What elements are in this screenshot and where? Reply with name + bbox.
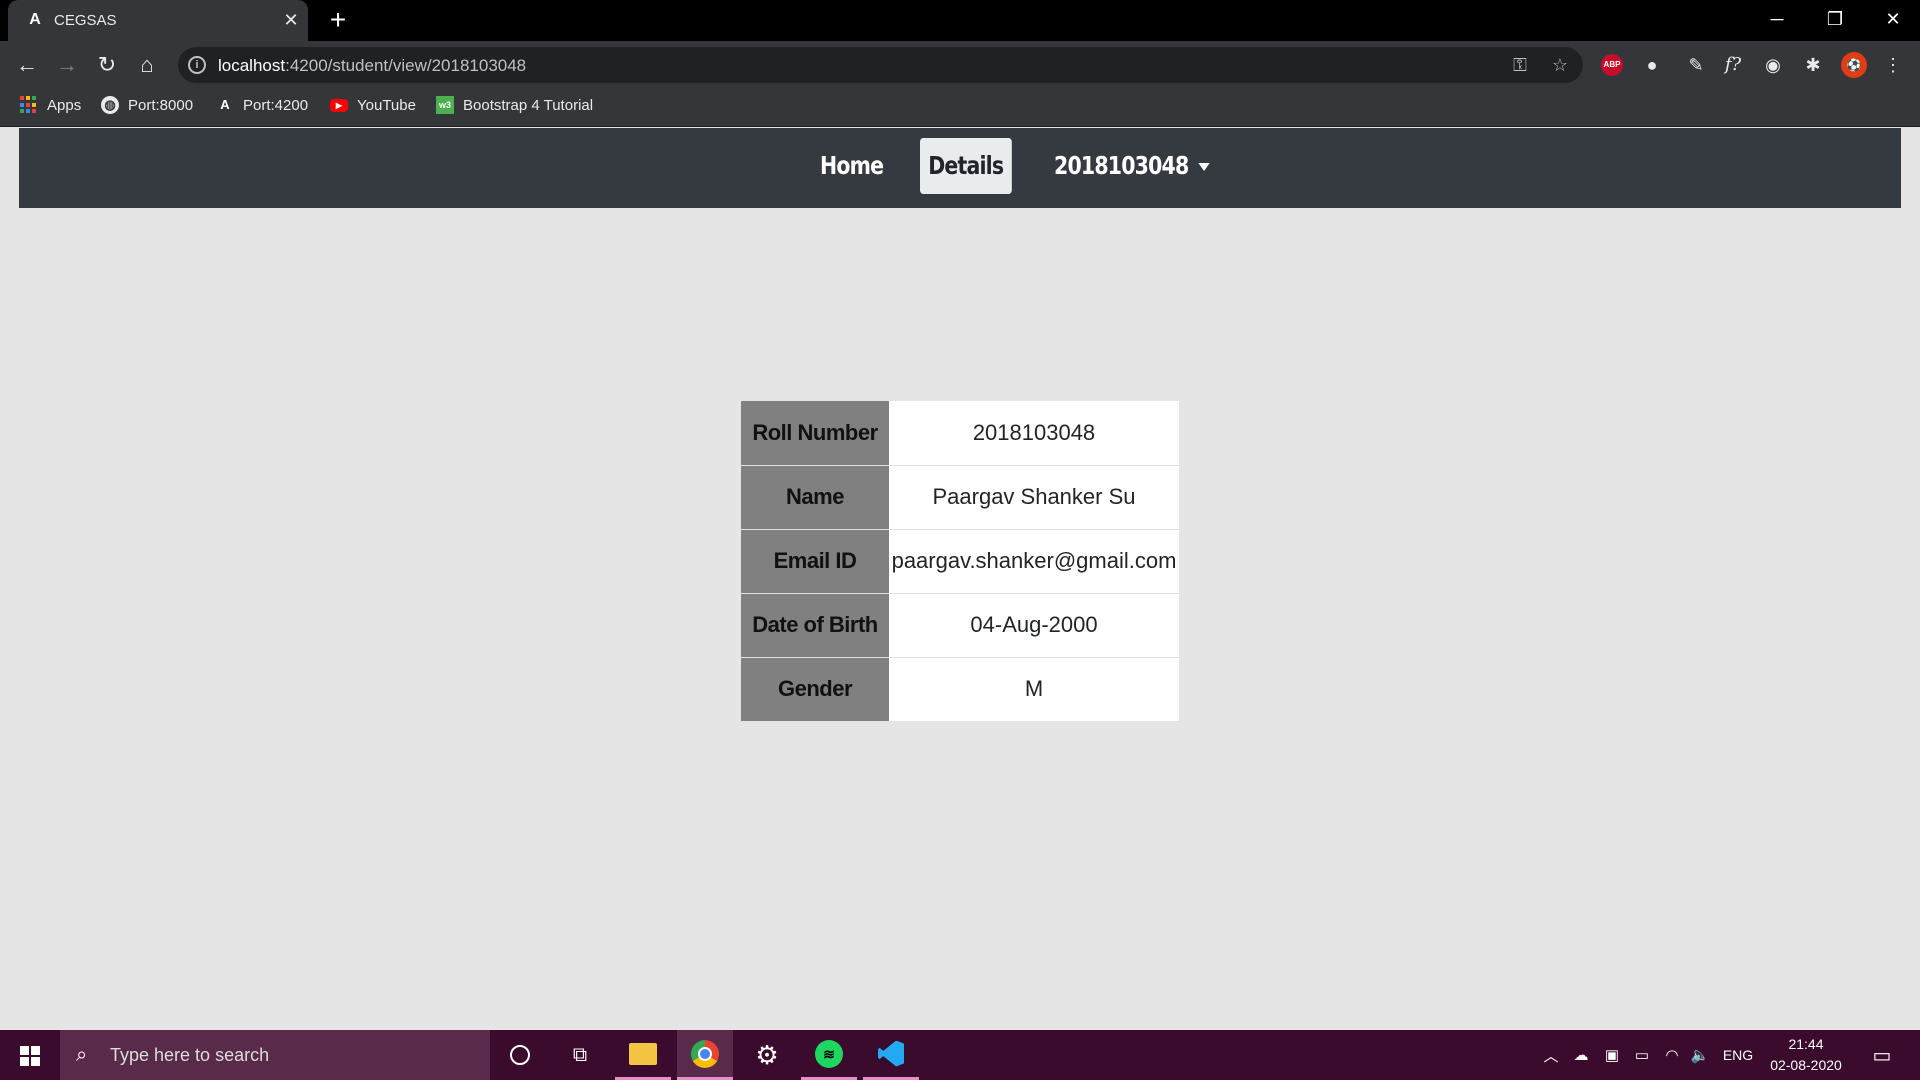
- bookmark-label: YouTube: [357, 96, 416, 114]
- name-label: Name: [741, 465, 889, 530]
- adblock-plus-icon[interactable]: ABP: [1601, 54, 1623, 76]
- dob-value: 04-Aug-2000: [889, 593, 1179, 658]
- restore-icon[interactable]: ❐: [1806, 0, 1864, 41]
- nav-details-link[interactable]: Details: [920, 138, 1012, 194]
- minimize-icon[interactable]: ─: [1748, 0, 1806, 41]
- system-clock[interactable]: 21:44 02-08-2020: [1763, 1034, 1849, 1076]
- w3schools-icon: w3: [436, 96, 454, 114]
- menu-kebab-icon[interactable]: ⋮: [1878, 50, 1908, 80]
- close-window-icon[interactable]: ✕: [1864, 0, 1920, 41]
- gender-value: M: [889, 657, 1179, 721]
- puzzle-icon[interactable]: ✱: [1798, 50, 1828, 80]
- taskbar-search-box[interactable]: ⌕ Type here to search: [60, 1030, 490, 1080]
- browser-toolbar: ← → ↻ ⌂ i localhost:4200/student/view/20…: [0, 41, 1920, 89]
- bookmarks-bar: Apps ◍ Port:8000 A Port:4200 ▶ YouTube w…: [0, 89, 1920, 127]
- url-text[interactable]: localhost:4200/student/view/2018103048: [218, 56, 526, 76]
- settings-gear-icon[interactable]: ⚙: [739, 1030, 795, 1080]
- app-navbar: Home Details 2018103048: [19, 128, 1901, 208]
- wifi-icon[interactable]: ◠: [1660, 1030, 1684, 1080]
- close-tab-icon[interactable]: ✕: [280, 9, 302, 31]
- clock-time: 21:44: [1788, 1036, 1824, 1052]
- circle-extension-icon[interactable]: ◉: [1758, 50, 1788, 80]
- nav-user-dropdown[interactable]: 2018103048: [1054, 138, 1210, 194]
- volume-icon[interactable]: 🔈: [1688, 1030, 1712, 1080]
- angular-favicon-icon: A: [29, 11, 41, 28]
- bookmark-label: Apps: [47, 96, 82, 114]
- key-icon[interactable]: ⚿: [1508, 53, 1532, 77]
- table-row: Gender M: [741, 657, 1179, 721]
- windows-taskbar: ⌕ Type here to search ⧉ ⚙ ≋ ︿ ☁ ▣ ▭ ◠ 🔈 …: [0, 1030, 1920, 1080]
- new-tab-icon[interactable]: +: [323, 6, 353, 36]
- bookmark-apps[interactable]: Apps: [20, 89, 81, 121]
- nav-home-link[interactable]: Home: [820, 138, 884, 194]
- home-icon[interactable]: ⌂: [132, 50, 162, 80]
- bookmark-label: Port:4200: [243, 96, 309, 114]
- table-row: Name Paargav Shanker Su: [741, 465, 1179, 530]
- forward-icon[interactable]: →: [52, 50, 82, 80]
- angular-icon: A: [220, 97, 230, 112]
- bookmark-label: Bootstrap 4 Tutorial: [463, 96, 594, 114]
- table-row: Email ID paargav.shanker@gmail.com: [741, 529, 1179, 594]
- network-drive-icon[interactable]: ▣: [1600, 1030, 1624, 1080]
- bookmark-youtube[interactable]: ▶ YouTube: [330, 89, 416, 121]
- language-indicator[interactable]: ENG: [1718, 1030, 1758, 1080]
- browser-tab[interactable]: A CEGSAS ✕: [8, 0, 308, 41]
- search-icon: ⌕: [76, 1044, 88, 1066]
- bookmark-port-4200[interactable]: A Port:4200: [216, 89, 308, 121]
- pen-extension-icon[interactable]: ✎: [1681, 50, 1711, 80]
- profile-avatar[interactable]: ⚽: [1841, 52, 1867, 78]
- roll-number-value: 2018103048: [889, 401, 1179, 466]
- cortana-icon[interactable]: [492, 1030, 548, 1080]
- battery-icon[interactable]: ▭: [1630, 1030, 1654, 1080]
- youtube-icon: ▶: [330, 98, 348, 112]
- email-value: paargav.shanker@gmail.com: [889, 529, 1179, 594]
- user-roll-number: 2018103048: [1054, 151, 1189, 180]
- back-icon[interactable]: ←: [12, 50, 42, 80]
- email-label: Email ID: [741, 529, 889, 594]
- site-info-icon[interactable]: i: [188, 56, 206, 74]
- gender-label: Gender: [741, 657, 889, 721]
- formula-extension-icon[interactable]: f?: [1718, 50, 1748, 80]
- chevron-up-icon[interactable]: ︿: [1540, 1030, 1562, 1080]
- vscode-icon[interactable]: [863, 1030, 919, 1080]
- apps-grid-icon: [20, 96, 38, 114]
- browser-tab-strip: A CEGSAS ✕ + ─ ❐ ✕: [0, 0, 1920, 41]
- task-view-icon[interactable]: ⧉: [552, 1030, 608, 1080]
- tab-title: CEGSAS: [54, 12, 117, 29]
- file-explorer-icon[interactable]: [615, 1030, 671, 1080]
- table-row: Roll Number 2018103048: [741, 401, 1179, 466]
- bookmark-port-8000[interactable]: ◍ Port:8000: [101, 89, 193, 121]
- start-button[interactable]: [0, 1030, 60, 1080]
- roll-number-label: Roll Number: [741, 401, 889, 466]
- bookmark-label: Port:8000: [128, 96, 194, 114]
- onedrive-cloud-icon[interactable]: ☁: [1568, 1030, 1594, 1080]
- address-bar[interactable]: i localhost:4200/student/view/2018103048…: [178, 47, 1583, 83]
- student-details-table: Roll Number 2018103048 Name Paargav Shan…: [741, 401, 1179, 721]
- table-row: Date of Birth 04-Aug-2000: [741, 593, 1179, 658]
- windows-logo-icon: [20, 1046, 40, 1066]
- extension-icon[interactable]: ●: [1637, 50, 1667, 80]
- name-value: Paargav Shanker Su: [889, 465, 1179, 530]
- star-icon[interactable]: ☆: [1548, 53, 1572, 77]
- notification-center-icon[interactable]: ▭: [1862, 1030, 1902, 1080]
- caret-down-icon: [1198, 163, 1210, 171]
- spotify-icon[interactable]: ≋: [801, 1030, 857, 1080]
- chrome-icon[interactable]: [677, 1030, 733, 1080]
- clock-date: 02-08-2020: [1770, 1057, 1842, 1073]
- globe-icon: ◍: [101, 96, 119, 114]
- search-placeholder: Type here to search: [110, 1045, 270, 1065]
- bookmark-bootstrap-tutorial[interactable]: w3 Bootstrap 4 Tutorial: [436, 89, 593, 121]
- dob-label: Date of Birth: [741, 593, 889, 658]
- reload-icon[interactable]: ↻: [92, 50, 122, 80]
